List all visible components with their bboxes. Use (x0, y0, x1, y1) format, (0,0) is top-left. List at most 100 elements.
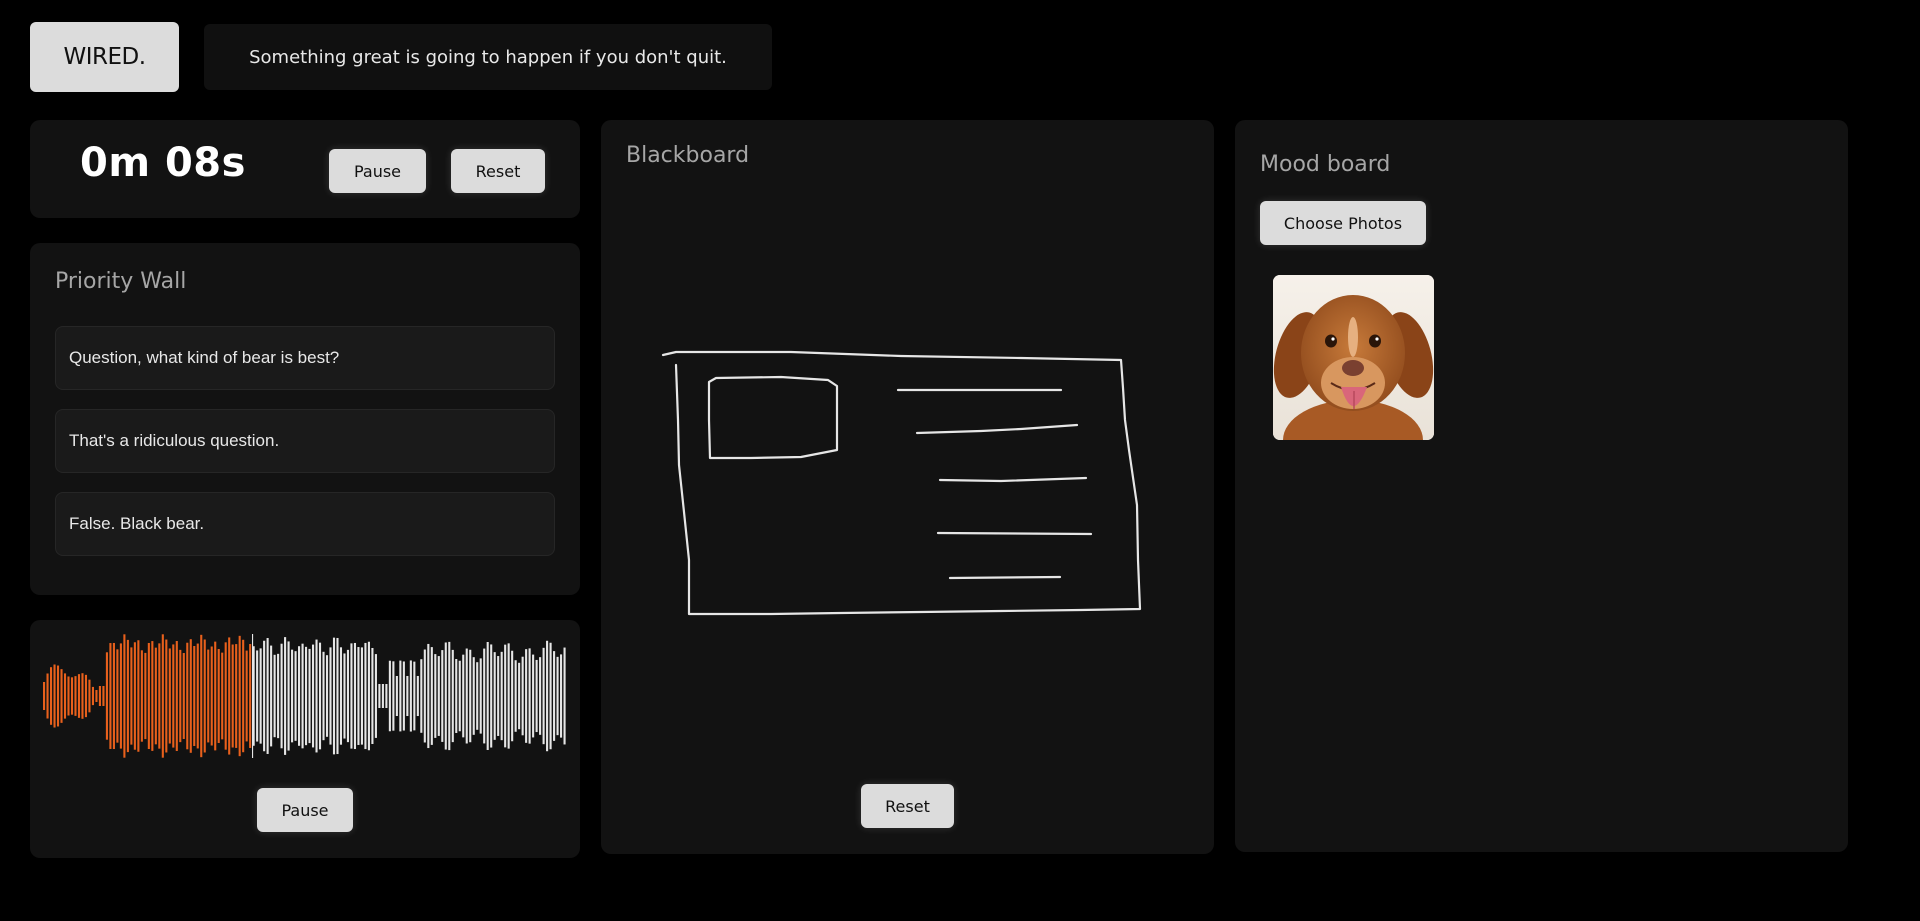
waveform-bar (291, 649, 294, 743)
waveform-bar (420, 659, 423, 733)
waveform-bar (147, 642, 150, 750)
logo-button[interactable]: WIRED. (30, 22, 179, 92)
waveform-bar (493, 652, 496, 740)
priority-wall-panel: Priority Wall Question, what kind of bea… (30, 243, 580, 595)
waveform-bar (525, 649, 528, 743)
blackboard-canvas[interactable] (601, 120, 1214, 854)
waveform-bar (270, 645, 273, 747)
waveform-bar (546, 640, 549, 752)
waveform-bar (465, 648, 468, 744)
waveform-bar (109, 643, 112, 749)
waveform-bar (360, 647, 363, 745)
waveform-bar (217, 649, 220, 743)
waveform-bar (294, 651, 297, 741)
waveform-bar (123, 634, 126, 758)
choose-photos-button[interactable]: Choose Photos (1260, 201, 1426, 245)
waveform-bar (95, 690, 98, 702)
timer-pause-button[interactable]: Pause (329, 149, 426, 193)
waveform-bar (81, 673, 84, 719)
waveform-bar (472, 657, 475, 735)
waveform-bar (266, 638, 269, 754)
waveform-bar (133, 642, 136, 750)
waveform-bar (186, 642, 189, 750)
waveform-bar (238, 635, 241, 757)
waveform-bar (189, 639, 192, 753)
audio-pause-button[interactable]: Pause (257, 788, 353, 832)
waveform-bar (140, 650, 143, 742)
waveform-bar (507, 643, 510, 749)
waveform-bar (196, 643, 199, 749)
mood-photo-tile[interactable] (1273, 275, 1434, 440)
waveform-bar (273, 654, 276, 738)
timer-display: 0m 08s (80, 140, 246, 186)
waveform-bar (413, 661, 416, 731)
drawing-line (936, 531, 1093, 536)
waveform-bar (364, 642, 367, 750)
waveform-bar (322, 651, 325, 741)
waveform-bar (210, 646, 213, 746)
waveform-bar (444, 642, 447, 750)
audio-player-panel: Pause (30, 620, 580, 858)
waveform-bar (70, 677, 74, 715)
waveform-bar (339, 647, 343, 745)
waveform-bar (437, 656, 440, 736)
waveform-bar (175, 641, 178, 751)
mood-board-title: Mood board (1260, 152, 1391, 177)
waveform-bar (84, 674, 88, 718)
waveform-bar (469, 649, 472, 743)
waveform-bar (231, 644, 234, 748)
waveform-bar (353, 642, 357, 750)
waveform-bar (402, 661, 405, 731)
waveform-bar (168, 648, 171, 744)
priority-item[interactable]: Question, what kind of bear is best? (55, 326, 555, 390)
waveform-bar (553, 651, 556, 741)
waveform-bar (49, 667, 53, 725)
waveform-bar (560, 654, 563, 738)
drawing-line (938, 476, 1088, 483)
waveform-bar (308, 648, 311, 744)
waveform-bar (479, 658, 482, 734)
waveform-bar (221, 652, 224, 740)
waveform-bar (77, 674, 81, 718)
waveform-bar (395, 675, 398, 717)
waveform-bar (53, 664, 56, 728)
blackboard-title: Blackboard (626, 143, 750, 168)
waveform-bar (343, 653, 346, 739)
waveform-bar (301, 643, 304, 749)
waveform-bar (430, 647, 433, 745)
waveform-bar (549, 642, 552, 750)
waveform-bar (242, 639, 245, 753)
blackboard-reset-button[interactable]: Reset (861, 784, 954, 828)
blackboard-panel: Blackboard Reset (601, 120, 1214, 854)
waveform-bar (245, 650, 248, 742)
waveform-bar (154, 647, 157, 745)
waveform-bar (74, 676, 77, 716)
priority-item[interactable]: False. Black bear. (55, 492, 555, 556)
waveform-bar (144, 652, 147, 740)
waveform-bar (214, 641, 217, 751)
waveform-bar (504, 644, 507, 748)
drawing-line (948, 575, 1062, 580)
waveform-bar (280, 643, 283, 749)
mood-board-panel: Mood board Choose Photos (1235, 120, 1848, 852)
waveform-bar (325, 655, 329, 737)
waveform-bar (381, 684, 384, 708)
timer-reset-button[interactable]: Reset (451, 149, 545, 193)
waveform-bar (539, 657, 542, 735)
audio-waveform[interactable] (42, 630, 568, 770)
drawing-outline (661, 350, 1142, 616)
priority-item[interactable]: That's a ridiculous question. (55, 409, 555, 473)
waveform-bar (357, 647, 360, 745)
waveform-bar (102, 686, 105, 706)
waveform-bar (329, 647, 332, 745)
waveform-bar (256, 650, 259, 742)
waveform-bar (511, 650, 514, 742)
waveform-bar (441, 650, 444, 742)
waveform-bar (172, 644, 175, 748)
waveform-bar (392, 661, 395, 731)
waveform-bar (483, 648, 486, 744)
waveform-bar (434, 654, 437, 738)
waveform-bar (406, 675, 409, 717)
waveform-bar (556, 656, 559, 736)
waveform-bar (427, 643, 430, 749)
